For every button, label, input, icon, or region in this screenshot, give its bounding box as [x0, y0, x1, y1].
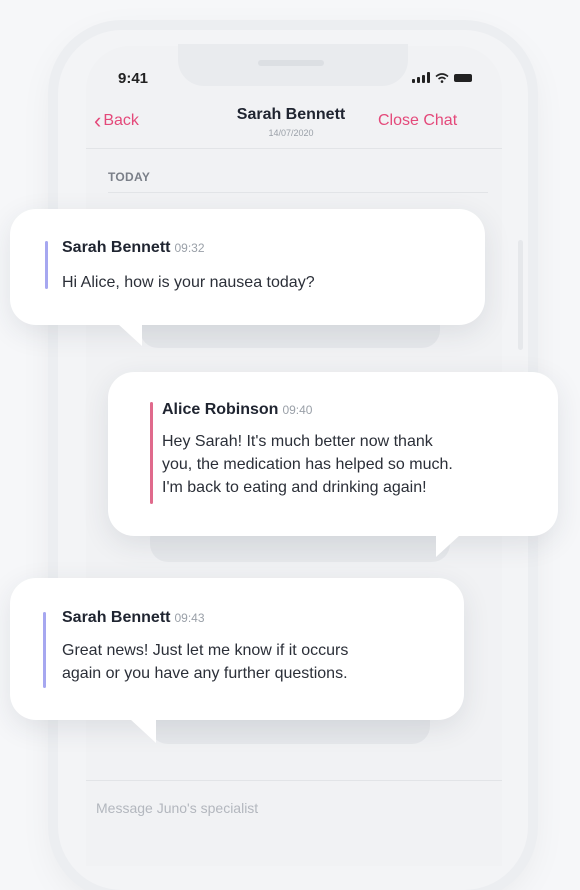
message-time: 09:32 — [174, 241, 205, 255]
bubble-tail — [118, 324, 142, 346]
message-sender: Alice Robinson 09:40 — [162, 401, 313, 418]
message-bubble: Sarah Bennett 09:32 Hi Alice, how is your… — [10, 209, 485, 325]
sender-accent-bar — [150, 402, 153, 504]
message-bubble: Sarah Bennett 09:43 Great news! Just let … — [10, 578, 464, 720]
message-bubble: Alice Robinson 09:40 Hey Sarah! It's much… — [108, 372, 558, 536]
bubble-tail — [130, 719, 156, 743]
message-text: Hey Sarah! It's much better now thank yo… — [162, 433, 453, 496]
composer-divider — [86, 780, 502, 781]
header-divider — [86, 148, 502, 149]
chat-header: ‹ Back Sarah Bennett 14/07/2020 Close Ch… — [86, 100, 502, 144]
signal-icon — [412, 72, 430, 83]
chat-date: 14/07/2020 — [268, 128, 314, 138]
message-text: Great news! Just let me know if it occur… — [62, 642, 349, 682]
message-input[interactable]: Message Juno's specialist — [96, 800, 258, 816]
back-label: Back — [103, 112, 139, 129]
day-separator: TODAY — [108, 170, 151, 184]
sender-accent-bar — [43, 612, 46, 688]
message-time: 09:40 — [282, 403, 313, 417]
message-text: Hi Alice, how is your nausea today? — [62, 274, 315, 291]
battery-icon — [454, 73, 472, 82]
status-icons — [412, 72, 472, 83]
phone-speaker — [258, 60, 324, 66]
bubble-tail — [436, 535, 460, 557]
day-separator-line — [108, 192, 488, 193]
back-button[interactable]: ‹ Back — [94, 108, 139, 133]
wifi-icon — [435, 72, 449, 83]
chat-title: Sarah Bennett — [236, 106, 346, 123]
close-chat-button[interactable]: Close Chat — [378, 112, 457, 130]
status-time: 9:41 — [118, 70, 149, 87]
phone-side-button — [518, 240, 523, 350]
chevron-left-icon: ‹ — [94, 108, 102, 133]
message-sender: Sarah Bennett 09:43 — [62, 609, 205, 626]
message-sender: Sarah Bennett 09:32 — [62, 239, 205, 256]
message-time: 09:43 — [174, 611, 205, 625]
sender-accent-bar — [45, 241, 48, 289]
